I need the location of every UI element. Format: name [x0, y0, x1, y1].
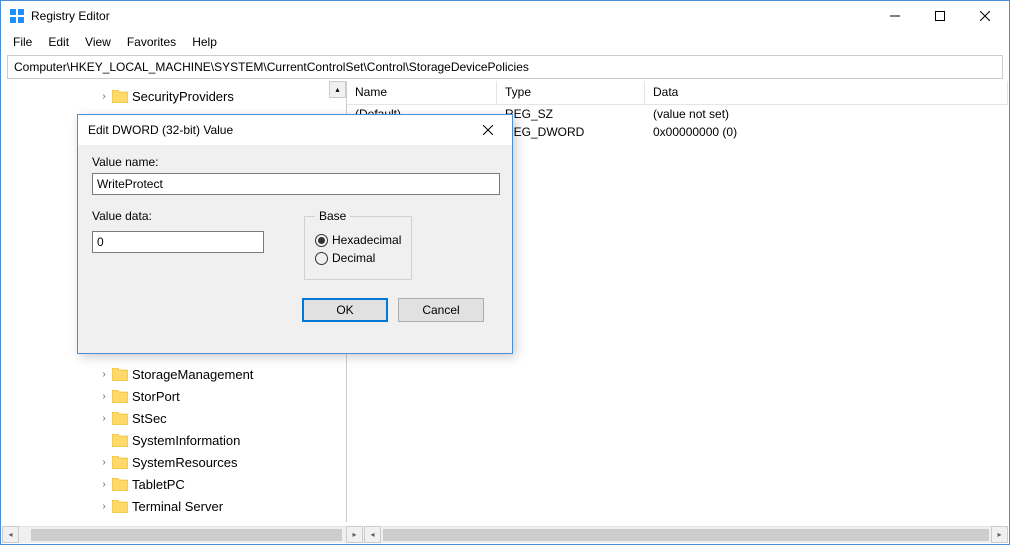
scroll-thumb-right[interactable]	[383, 529, 989, 541]
tree-node[interactable]: › SecurityProviders	[2, 85, 346, 107]
dialog-close-button[interactable]	[465, 116, 510, 144]
radio-circle-icon	[315, 252, 328, 265]
chevron-right-icon[interactable]: ›	[98, 369, 110, 380]
chevron-right-icon[interactable]: ›	[98, 413, 110, 424]
tree-node-label: TabletPC	[132, 477, 185, 492]
value-data-label: Value data:	[92, 209, 264, 223]
minimize-button[interactable]	[872, 1, 917, 31]
folder-icon	[112, 500, 128, 513]
chevron-right-icon[interactable]: ›	[98, 457, 110, 468]
value-data-input[interactable]	[92, 231, 264, 253]
value-name-input[interactable]	[92, 173, 500, 195]
tree-scroll-up-button[interactable]: ▴	[329, 81, 346, 98]
cell-type: REG_DWORD	[497, 125, 645, 139]
scroll-right-button[interactable]: ▸	[346, 526, 363, 543]
tree-node-label: SystemResources	[132, 455, 237, 470]
menu-favorites[interactable]: Favorites	[119, 33, 184, 51]
folder-icon	[112, 434, 128, 447]
menu-help[interactable]: Help	[184, 33, 225, 51]
tree-node[interactable]: › StorageManagement	[2, 363, 346, 385]
radio-hex-label: Hexadecimal	[332, 233, 401, 247]
tree-node-label: StorageManagement	[132, 367, 253, 382]
radio-dec-label: Decimal	[332, 251, 375, 265]
tree-node[interactable]: › SystemResources	[2, 451, 346, 473]
tree-node[interactable]: › StSec	[2, 407, 346, 429]
col-data[interactable]: Data	[645, 81, 1008, 104]
list-header: Name Type Data	[347, 81, 1008, 105]
tree-node-label: TimeZoneInformation	[132, 521, 255, 523]
maximize-button[interactable]	[917, 1, 962, 31]
window-title: Registry Editor	[31, 9, 872, 23]
tree-node[interactable]: SystemInformation	[2, 429, 346, 451]
tree-node-label: StorPort	[132, 389, 180, 404]
tree-node[interactable]: ›TimeZoneInformation	[2, 517, 346, 522]
value-name-label: Value name:	[92, 155, 498, 169]
scroll-left-button-2[interactable]: ◂	[364, 526, 381, 543]
menu-bar: File Edit View Favorites Help	[1, 31, 1009, 53]
regedit-icon	[9, 8, 25, 24]
tree-node-label: Terminal Server	[132, 499, 223, 514]
radio-decimal[interactable]: Decimal	[315, 251, 401, 265]
cancel-button[interactable]: Cancel	[398, 298, 484, 322]
folder-icon	[112, 522, 128, 523]
chevron-right-icon[interactable]: ›	[98, 391, 110, 402]
cell-type: REG_SZ	[497, 107, 645, 121]
titlebar: Registry Editor	[1, 1, 1009, 31]
cell-data: 0x00000000 (0)	[645, 125, 1008, 139]
folder-icon	[112, 412, 128, 425]
dialog-titlebar[interactable]: Edit DWORD (32-bit) Value	[78, 115, 512, 145]
chevron-right-icon[interactable]: ›	[98, 501, 110, 512]
tree-node[interactable]: › StorPort	[2, 385, 346, 407]
radio-hexadecimal[interactable]: Hexadecimal	[315, 233, 401, 247]
chevron-right-icon[interactable]: ›	[98, 91, 110, 102]
scroll-right-button-2[interactable]: ▸	[991, 526, 1008, 543]
folder-icon	[112, 456, 128, 469]
menu-file[interactable]: File	[5, 33, 40, 51]
folder-icon	[112, 368, 128, 381]
ok-button[interactable]: OK	[302, 298, 388, 322]
folder-icon	[112, 390, 128, 403]
cell-data: (value not set)	[645, 107, 1008, 121]
tree-node-label: StSec	[132, 411, 167, 426]
tree-node-label: SystemInformation	[132, 433, 240, 448]
tree-node-label: SecurityProviders	[132, 89, 234, 104]
base-fieldset: Base Hexadecimal Decimal	[304, 209, 412, 280]
radio-circle-icon	[315, 234, 328, 247]
dialog-title: Edit DWORD (32-bit) Value	[88, 123, 465, 137]
col-name[interactable]: Name	[347, 81, 497, 104]
menu-view[interactable]: View	[77, 33, 119, 51]
scroll-thumb-left[interactable]	[31, 529, 342, 541]
horizontal-scrollbar[interactable]: ◂ ▸ ◂ ▸	[2, 526, 1008, 543]
tree-node[interactable]: › TabletPC	[2, 473, 346, 495]
address-bar[interactable]: Computer\HKEY_LOCAL_MACHINE\SYSTEM\Curre…	[7, 55, 1003, 79]
close-button[interactable]	[962, 1, 1007, 31]
address-text: Computer\HKEY_LOCAL_MACHINE\SYSTEM\Curre…	[14, 60, 529, 74]
folder-icon	[112, 90, 128, 103]
folder-icon	[112, 478, 128, 491]
base-legend: Base	[315, 209, 350, 223]
menu-edit[interactable]: Edit	[40, 33, 77, 51]
edit-dword-dialog: Edit DWORD (32-bit) Value Value name: Va…	[77, 114, 513, 354]
tree-node[interactable]: › Terminal Server	[2, 495, 346, 517]
col-type[interactable]: Type	[497, 81, 645, 104]
scroll-left-button[interactable]: ◂	[2, 526, 19, 543]
chevron-right-icon[interactable]: ›	[98, 479, 110, 490]
